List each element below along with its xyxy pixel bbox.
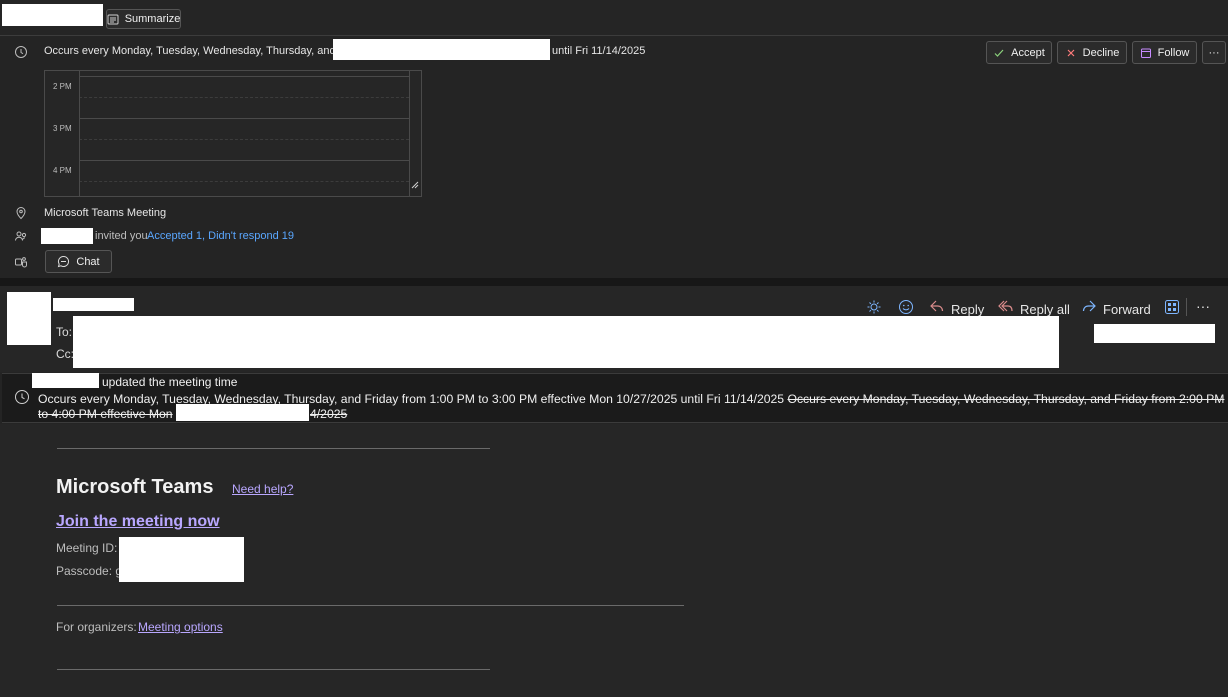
- attendees-icon: [14, 229, 28, 248]
- grid-dash: [79, 181, 409, 182]
- old-schedule-line1: Occurs every Monday, Tuesday, Wednesday,…: [787, 392, 1225, 406]
- redacted-sender-name: [2, 4, 103, 26]
- reply-all-label: Reply all: [1020, 301, 1070, 317]
- follow-button[interactable]: Follow: [1132, 41, 1197, 64]
- invited-text: invited you: [95, 230, 148, 242]
- accept-label: Accept: [1011, 46, 1045, 59]
- for-organizers-label: For organizers:: [56, 620, 137, 634]
- reply-all-icon: [998, 298, 1014, 314]
- teams-title: Microsoft Teams: [56, 476, 214, 498]
- accept-button[interactable]: Accept: [986, 41, 1052, 64]
- grid-axis: [79, 71, 80, 197]
- grid-dash: [79, 139, 409, 140]
- reply-label: Reply: [951, 301, 985, 317]
- teams-icon: [14, 255, 28, 274]
- to-label: To:: [56, 325, 73, 339]
- clock-icon: [14, 45, 28, 64]
- schedule-time-3pm: 3 PM: [53, 124, 72, 133]
- chat-icon: [57, 255, 70, 268]
- meeting-location: Microsoft Teams Meeting: [44, 207, 167, 219]
- message-more-button[interactable]: ···: [1196, 298, 1210, 314]
- decline-label: Decline: [1082, 46, 1120, 59]
- meeting-more-button[interactable]: ···: [1202, 41, 1226, 64]
- schedule-time-2pm: 2 PM: [53, 82, 72, 91]
- cc-label: Cc:: [56, 347, 74, 361]
- old-schedule-line2-prefix: to 4:00 PM effective Mon: [38, 407, 173, 421]
- follow-label: Follow: [1157, 46, 1190, 59]
- resize-handle-icon[interactable]: [410, 176, 419, 194]
- checkmark-icon: [993, 47, 1005, 59]
- redacted-sender: [53, 298, 134, 311]
- chat-label: Chat: [76, 255, 100, 268]
- redacted-meeting-credentials: [119, 537, 244, 582]
- recurrence-text-suffix: until Fri 11/14/2025: [552, 45, 646, 57]
- forward-label: Forward: [1103, 301, 1151, 317]
- top-bar: [0, 0, 1228, 36]
- reply-all-button[interactable]: Reply all: [998, 298, 1070, 317]
- x-icon: [1065, 47, 1077, 59]
- reply-button[interactable]: Reply: [929, 298, 985, 317]
- divider-line: [57, 669, 490, 670]
- schedule-preview: 2 PM 3 PM 4 PM: [44, 70, 422, 197]
- need-help-link[interactable]: Need help?: [232, 482, 293, 496]
- redacted-date: [1094, 324, 1215, 343]
- summarize-button[interactable]: Summarize: [106, 9, 181, 29]
- forward-button[interactable]: Forward: [1081, 298, 1151, 317]
- clock-icon: [14, 389, 30, 410]
- divider-line: [57, 605, 684, 606]
- avatar: [7, 292, 51, 345]
- grid-line: [79, 160, 409, 161]
- forward-icon: [1081, 298, 1097, 314]
- grid-line: [79, 76, 409, 77]
- join-meeting-link[interactable]: Join the meeting now: [56, 513, 220, 531]
- recurrence-text-prefix: Occurs every Monday, Tuesday, Wednesday,…: [44, 45, 380, 57]
- grid-dash: [79, 97, 409, 98]
- meeting-id-label: Meeting ID:: [56, 541, 118, 555]
- redacted-updater: [32, 373, 99, 388]
- old-schedule-line2-suffix: 4/2025: [310, 407, 348, 421]
- schedule-time-4pm: 4 PM: [53, 166, 72, 175]
- updated-text: updated the meeting time: [102, 375, 238, 389]
- redacted-recurrence-time: [333, 39, 550, 60]
- grid-line: [79, 118, 409, 119]
- divider-line: [57, 448, 490, 449]
- toolbar-divider: [1186, 298, 1187, 316]
- redacted-recipients: [73, 316, 1059, 368]
- passcode-label: Passcode: g: [56, 564, 123, 578]
- section-separator: [0, 278, 1228, 286]
- summarize-icon: [107, 13, 119, 25]
- redacted-organizer: [41, 228, 93, 244]
- new-schedule: Occurs every Monday, Tuesday, Wednesday,…: [38, 392, 785, 406]
- chat-button[interactable]: Chat: [45, 250, 112, 273]
- decline-button[interactable]: Decline: [1057, 41, 1127, 64]
- summarize-label: Summarize: [124, 13, 181, 25]
- meeting-options-link[interactable]: Meeting options: [138, 620, 223, 634]
- response-summary-link[interactable]: Accepted 1, Didn't respond 19: [147, 230, 294, 242]
- calendar-follow-icon: [1140, 47, 1152, 59]
- redacted-old-date: [176, 404, 309, 421]
- more-icon: ···: [1208, 46, 1220, 59]
- location-icon: [14, 206, 28, 225]
- reply-icon: [929, 298, 945, 314]
- apps-icon[interactable]: [1164, 299, 1180, 320]
